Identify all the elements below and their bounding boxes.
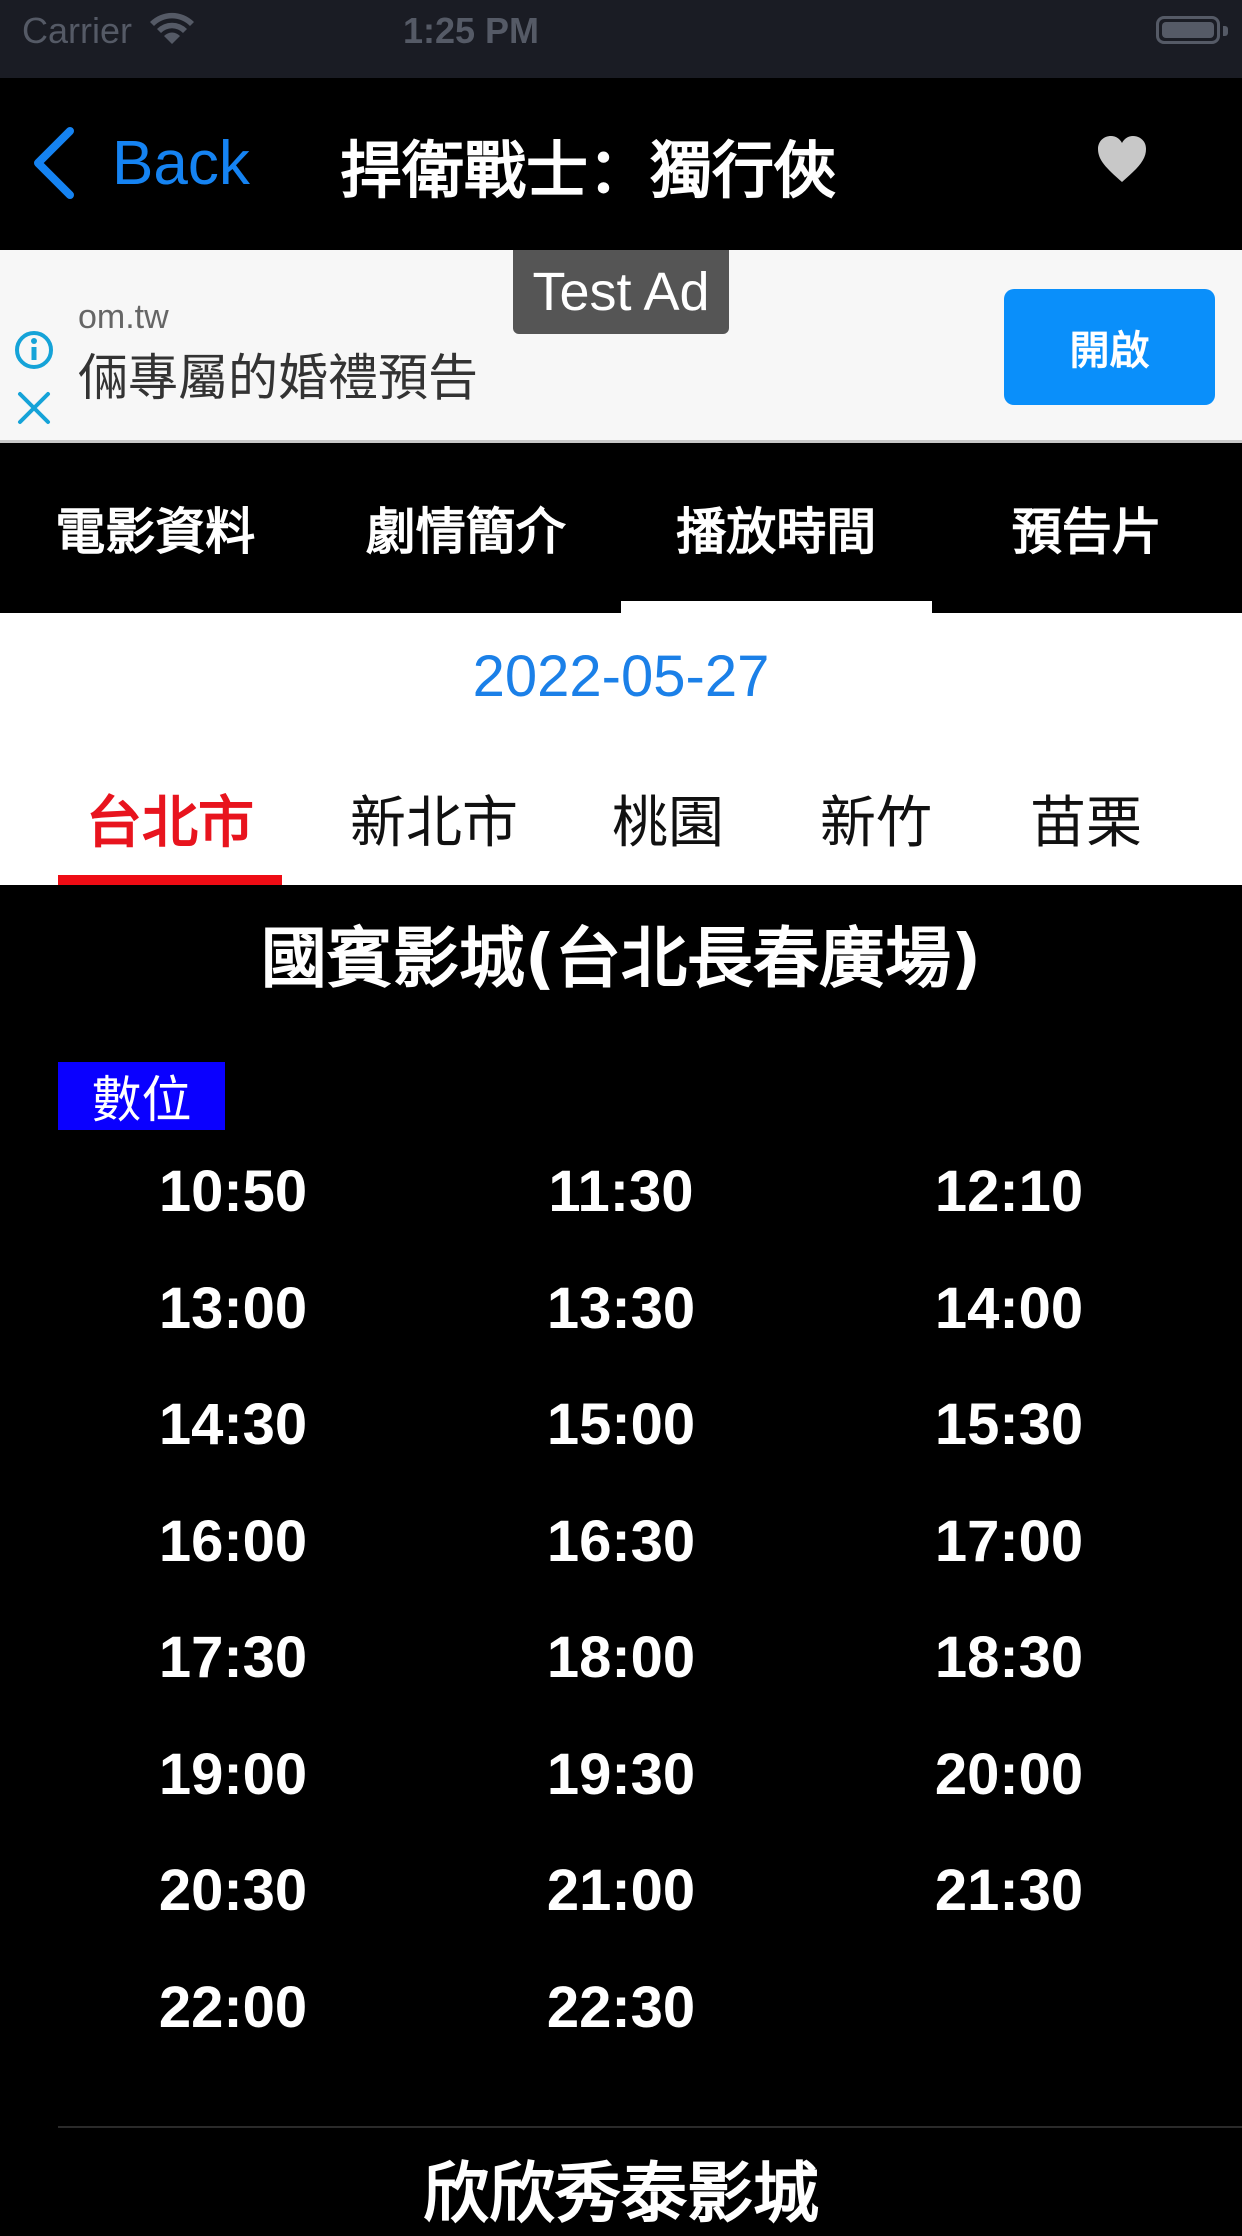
showtime[interactable]: 22:00 <box>83 1974 383 2041</box>
section-tabs: 電影資料 劇情簡介 播放時間 預告片 <box>0 443 1242 613</box>
battery-icon <box>1156 16 1220 44</box>
city-taoyuan[interactable]: 桃園 <box>612 763 724 873</box>
navigation-bar: Back 捍衛戰士：獨行俠 <box>0 78 1242 250</box>
showtimes-row: 16:00 16:30 17:00 <box>0 1508 1242 1625</box>
showtimes-row: 14:30 15:00 15:30 <box>0 1391 1242 1508</box>
showtime[interactable]: 12:10 <box>859 1158 1159 1225</box>
cinema-name: 國賓影城(台北長春廣場) <box>0 905 1242 1001</box>
chevron-left-icon <box>30 125 78 201</box>
ad-headline: 倆專屬的婚禮預告 <box>78 338 478 410</box>
showtimes-row: 20:30 21:00 21:30 <box>0 1857 1242 1974</box>
showtime[interactable]: 17:30 <box>83 1624 383 1691</box>
showtimes-row: 17:30 18:00 18:30 <box>0 1624 1242 1741</box>
ad-banner[interactable]: om.tw 倆專屬的婚禮預告 Test Ad 開啟 <box>0 250 1242 443</box>
test-ad-badge: Test Ad <box>513 250 729 334</box>
info-icon[interactable] <box>14 330 54 370</box>
showtime[interactable]: 19:30 <box>471 1741 771 1808</box>
status-time: 1:25 PM <box>0 10 1092 52</box>
ad-domain: om.tw <box>78 298 169 337</box>
showtime[interactable]: 15:00 <box>471 1391 771 1458</box>
city-hsinchu[interactable]: 新竹 <box>820 763 932 873</box>
showtimes-row: 22:00 22:30 <box>0 1974 1242 2091</box>
tab-trailer[interactable]: 預告片 <box>932 443 1242 613</box>
tab-movie-info[interactable]: 電影資料 <box>0 443 311 613</box>
showtime[interactable]: 14:30 <box>83 1391 383 1458</box>
ad-open-button[interactable]: 開啟 <box>1004 289 1215 405</box>
next-cinema-name: 欣欣秀泰影城 <box>0 2140 1242 2236</box>
city-tabs: 台北市 新北市 桃園 新竹 苗栗 <box>0 763 1242 873</box>
showtime[interactable]: 13:30 <box>471 1275 771 1342</box>
city-miaoli[interactable]: 苗栗 <box>1030 763 1142 873</box>
showtime[interactable]: 20:30 <box>83 1857 383 1924</box>
showtime[interactable]: 21:30 <box>859 1857 1159 1924</box>
showtimes-row: 10:50 11:30 12:10 <box>0 1158 1242 1275</box>
showtime[interactable]: 20:00 <box>859 1741 1159 1808</box>
battery-tip <box>1223 26 1228 36</box>
close-icon[interactable] <box>14 388 54 428</box>
showtime[interactable]: 17:00 <box>859 1508 1159 1575</box>
showtimes-grid: 10:50 11:30 12:10 13:00 13:30 14:00 14:3… <box>0 1158 1242 2090</box>
tab-showtimes[interactable]: 播放時間 <box>621 443 932 613</box>
back-button[interactable]: Back <box>30 118 250 208</box>
showtime[interactable]: 11:30 <box>471 1158 771 1225</box>
showtime[interactable]: 22:30 <box>471 1974 771 2041</box>
date-city-panel: 2022-05-27 台北市 新北市 桃園 新竹 苗栗 <box>0 613 1242 885</box>
showtime[interactable]: 21:00 <box>471 1857 771 1924</box>
showtime[interactable]: 18:00 <box>471 1624 771 1691</box>
showtimes-row: 19:00 19:30 20:00 <box>0 1741 1242 1858</box>
back-label: Back <box>112 128 250 199</box>
showtime[interactable]: 18:30 <box>859 1624 1159 1691</box>
showtime[interactable]: 15:30 <box>859 1391 1159 1458</box>
tab-synopsis[interactable]: 劇情簡介 <box>311 443 622 613</box>
showtime[interactable]: 14:00 <box>859 1275 1159 1342</box>
showtimes-row: 13:00 13:30 14:00 <box>0 1275 1242 1392</box>
cinema-divider <box>58 2126 1242 2128</box>
format-badge: 數位 <box>58 1062 225 1130</box>
status-bar: Carrier 1:25 PM <box>0 0 1242 78</box>
showtime[interactable]: 16:00 <box>83 1508 383 1575</box>
city-taipei[interactable]: 台北市 <box>86 763 254 873</box>
showtime[interactable]: 10:50 <box>83 1158 383 1225</box>
showtime[interactable]: 16:30 <box>471 1508 771 1575</box>
showtime[interactable]: 19:00 <box>83 1741 383 1808</box>
city-new-taipei[interactable]: 新北市 <box>350 763 518 873</box>
showtime[interactable]: 13:00 <box>83 1275 383 1342</box>
date-selector[interactable]: 2022-05-27 <box>0 643 1242 710</box>
page-title: 捍衛戰士：獨行俠 <box>340 120 836 210</box>
city-selected-indicator <box>58 875 282 885</box>
favorite-heart-icon[interactable] <box>1096 134 1148 186</box>
